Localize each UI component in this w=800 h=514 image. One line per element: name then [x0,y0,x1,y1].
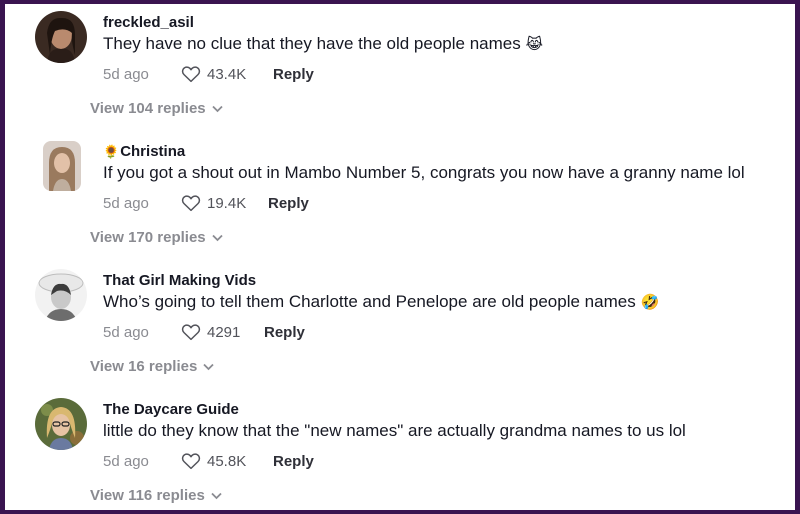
avatar[interactable] [35,11,87,63]
comment-meta: 5d ago 45.8K Reply [103,449,503,473]
comment-timestamp: 5d ago [103,324,149,341]
heart-outline-icon [181,66,201,83]
avatar-woman-blonde-glasses-icon [35,398,87,450]
chevron-down-icon [212,234,223,241]
comment-meta: 5d ago 4291 Reply [103,320,503,344]
heart-outline-icon [181,195,201,212]
comment-item: The Daycare Guide little do they know th… [5,391,795,510]
comment-text-content: Who’s going to tell them Charlotte and P… [103,292,636,311]
heart-outline-icon [181,324,201,341]
chevron-down-icon [211,492,222,499]
comment-timestamp: 5d ago [103,66,149,83]
crying-laughing-cat-emoji: 😹 [525,35,543,53]
reply-button[interactable]: Reply [264,324,305,341]
sunflower-emoji: 🌻 [103,145,120,160]
comment-item: That Girl Making Vids Who’s going to tel… [5,262,795,391]
avatar[interactable] [35,269,87,321]
view-replies-label: View 170 replies [90,229,206,246]
comment-item: 🌻Christina If you got a shout out in Mam… [5,133,795,262]
rolling-laughing-emoji: 🤣 [640,293,660,311]
comment-text: They have no clue that they have the old… [103,34,543,54]
like-count: 43.4K [207,65,247,83]
chevron-down-icon [212,105,223,112]
view-replies-label: View 16 replies [90,358,198,375]
like-count: 45.8K [207,452,247,470]
comment-username[interactable]: freckled_asil [103,14,194,31]
comment-text: If you got a shout out in Mambo Number 5… [103,163,745,182]
comment-username-label: Christina [120,143,186,160]
reply-button[interactable]: Reply [273,453,314,470]
view-replies-label: View 104 replies [90,100,206,117]
like-count: 19.4K [207,194,247,212]
comment-username[interactable]: 🌻Christina [103,143,185,160]
reply-button[interactable]: Reply [273,66,314,83]
avatar-woman-long-hair-icon [43,141,81,191]
comment-timestamp: 5d ago [103,195,149,212]
comments-panel: freckled_asil They have no clue that the… [5,4,795,510]
view-replies-button[interactable]: View 16 replies [90,358,214,375]
like-count: 4291 [207,323,241,341]
chevron-down-icon [203,363,214,370]
comment-meta: 5d ago 19.4K Reply [103,191,503,215]
comment-text: Who’s going to tell them Charlotte and P… [103,292,659,312]
comment-meta: 5d ago 43.4K Reply [103,62,503,86]
comment-text-content: They have no clue that they have the old… [103,34,521,53]
like-button[interactable]: 43.4K [181,62,246,86]
heart-outline-icon [181,453,201,470]
comment-text: little do they know that the "new names"… [103,421,686,440]
comment-timestamp: 5d ago [103,453,149,470]
avatar-woman-hat-bw-icon [35,269,87,321]
avatar-woman-dark-hair-icon [35,11,87,63]
comment-item: freckled_asil They have no clue that the… [5,4,795,133]
avatar[interactable] [43,141,81,191]
avatar[interactable] [35,398,87,450]
view-replies-label: View 116 replies [90,487,205,504]
view-replies-button[interactable]: View 116 replies [90,487,222,504]
comment-username[interactable]: The Daycare Guide [103,401,239,418]
comment-username[interactable]: That Girl Making Vids [103,272,256,289]
reply-button[interactable]: Reply [268,195,309,212]
like-button[interactable]: 4291 [181,320,240,344]
like-button[interactable]: 45.8K [181,449,246,473]
like-button[interactable]: 19.4K [181,191,246,215]
view-replies-button[interactable]: View 170 replies [90,229,223,246]
view-replies-button[interactable]: View 104 replies [90,100,223,117]
